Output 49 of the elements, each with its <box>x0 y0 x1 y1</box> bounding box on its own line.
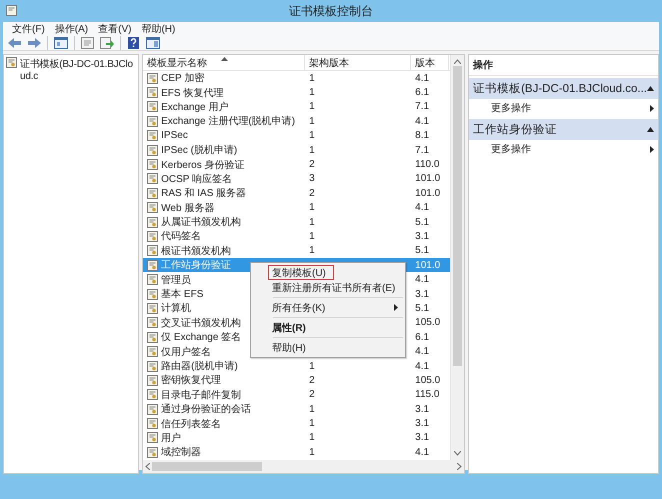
table-cell: 4.1 <box>415 116 430 127</box>
table-cell: 4.1 <box>415 202 430 214</box>
table-cell: 3.1 <box>415 432 430 444</box>
table-cell: 105.0 <box>415 374 440 386</box>
table-cell: 7.1 <box>415 144 430 156</box>
table-cell: 1 <box>309 72 315 84</box>
table-cell: 1 <box>309 418 315 430</box>
table-cell: 1 <box>309 87 315 98</box>
table-cell: 5.1 <box>415 216 430 228</box>
table-cell: 1 <box>309 202 315 214</box>
table-cell: 101.0 <box>415 188 440 199</box>
table-cell: 2 <box>309 374 315 386</box>
table-cell: 1 <box>309 432 315 444</box>
table-cell: 115.0 <box>415 389 440 400</box>
table-cell: 4.1 <box>415 346 430 358</box>
table-cell: 5.1 <box>415 245 430 256</box>
table-cell: 6.1 <box>415 87 430 98</box>
table-cell: 101.0 <box>415 173 440 184</box>
table-cell: 101.0 <box>415 260 440 271</box>
table-cell: 4.1 <box>415 446 430 458</box>
table-cell: 7.1 <box>415 101 430 112</box>
table-cell: 110.0 <box>415 159 440 170</box>
table-cell: 2 <box>309 159 315 170</box>
table-cell: 1 <box>309 144 315 156</box>
table-cell: 8.1 <box>415 130 430 142</box>
table-cell: 6.1 <box>415 332 430 343</box>
table-cell: 3 <box>309 173 315 184</box>
table-cell: 1 <box>309 404 315 415</box>
table-cell: 2 <box>309 188 315 199</box>
table-cell: 4.1 <box>415 360 430 372</box>
table-cell: 1 <box>309 130 315 142</box>
pane-header: 操作 <box>469 55 658 76</box>
table-cell: 5.1 <box>415 302 430 314</box>
table-cell: 1 <box>309 360 315 372</box>
table-cell: 105.0 <box>415 317 440 328</box>
table-cell: 1 <box>309 245 315 256</box>
table-cell: 3.1 <box>415 230 430 242</box>
window-title: 证书模板控制台 <box>289 2 373 20</box>
table-cell: 4.1 <box>415 72 430 84</box>
table-cell: 1 <box>309 101 315 112</box>
table-cell: 3.1 <box>415 404 430 415</box>
table-cell: 4.1 <box>415 274 430 286</box>
table-cell: 3.1 <box>415 418 430 430</box>
table-cell: 3.1 <box>415 288 430 300</box>
table-cell: 1 <box>309 230 315 242</box>
table-cell: 1 <box>309 446 315 458</box>
table-cell: 2 <box>309 389 315 400</box>
table-cell: 1 <box>309 216 315 228</box>
table-cell: 1 <box>309 116 315 127</box>
